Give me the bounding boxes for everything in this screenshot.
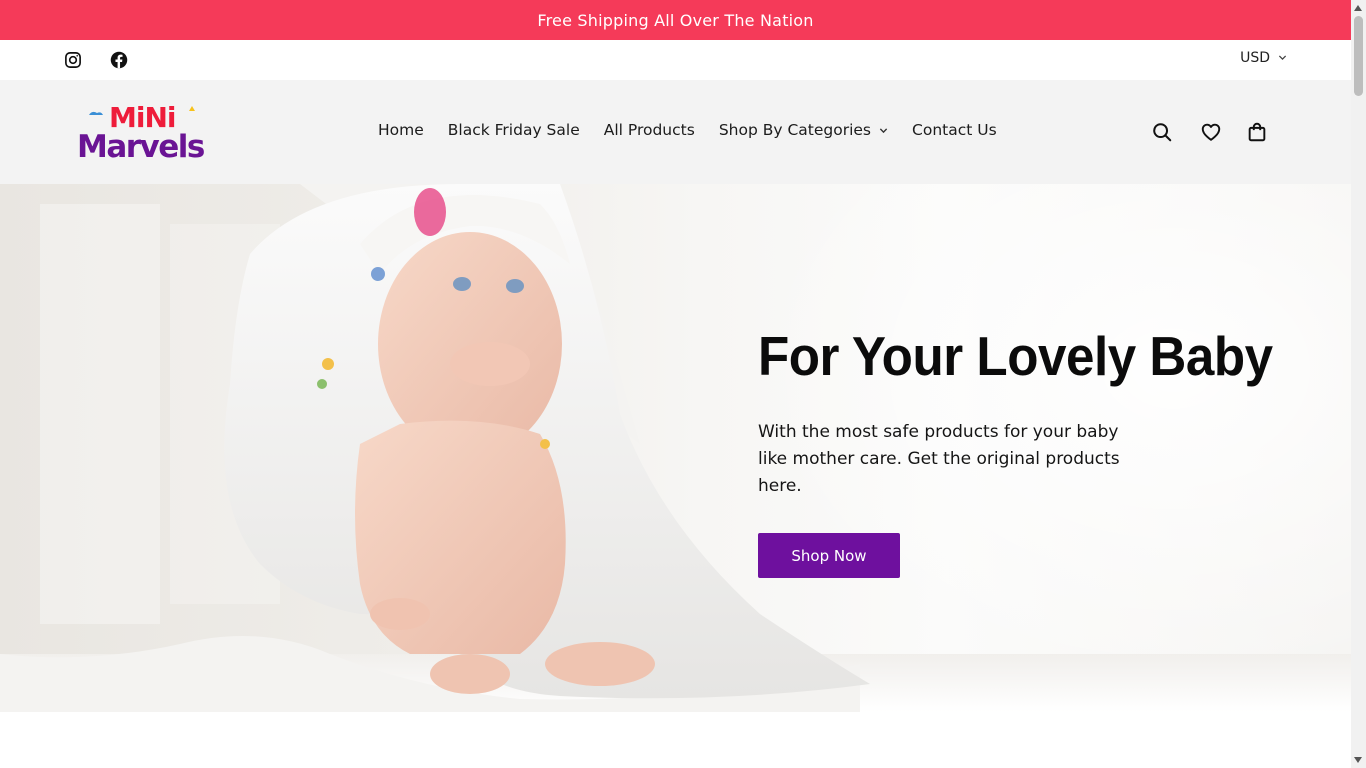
chevron-down-icon: [879, 126, 888, 135]
page-scrollbar[interactable]: [1351, 0, 1366, 768]
utility-bar: USD: [0, 40, 1351, 80]
nav-all-products-label: All Products: [603, 121, 695, 139]
site-header: MiNi Marvels Home Black Friday Sale All …: [0, 80, 1351, 184]
nav-shop-by-categories[interactable]: Shop By Categories: [719, 121, 888, 139]
announcement-text: Free Shipping All Over The Nation: [537, 10, 814, 30]
chevron-down-icon: [1278, 50, 1287, 66]
announcement-bar: Free Shipping All Over The Nation: [0, 0, 1351, 40]
heart-icon[interactable]: [1200, 121, 1222, 143]
nav-all-products[interactable]: All Products: [604, 121, 695, 139]
search-icon[interactable]: [1151, 121, 1173, 143]
site-logo[interactable]: MiNi Marvels: [76, 98, 226, 165]
nav-black-friday-sale-label: Black Friday Sale: [447, 121, 580, 139]
hero-title: For Your Lovely Baby: [758, 325, 1273, 387]
svg-text:Marvels: Marvels: [77, 129, 204, 164]
page: Free Shipping All Over The Nation USD Mi…: [0, 0, 1351, 768]
cart-icon[interactable]: [1246, 121, 1268, 143]
hero-subtitle: With the most safe products for your bab…: [758, 422, 1120, 496]
instagram-icon[interactable]: [64, 51, 82, 69]
main-nav: Home Black Friday Sale All Products Shop…: [378, 121, 997, 139]
nav-home[interactable]: Home: [378, 121, 424, 139]
facebook-icon[interactable]: [110, 51, 128, 69]
nav-contact-us[interactable]: Contact Us: [912, 121, 997, 139]
nav-contact-us-label: Contact Us: [912, 121, 997, 139]
nav-black-friday-sale[interactable]: Black Friday Sale: [448, 121, 580, 139]
currency-value: USD: [1240, 50, 1270, 66]
social-links: [64, 51, 128, 69]
hero-content: For Your Lovely Baby With the most safe …: [758, 324, 1318, 578]
scroll-up-arrow-icon[interactable]: [1354, 5, 1362, 11]
scroll-down-arrow-icon[interactable]: [1354, 757, 1362, 763]
hero-banner: For Your Lovely Baby With the most safe …: [0, 184, 1351, 712]
nav-home-label: Home: [378, 121, 424, 139]
nav-shop-by-categories-label: Shop By Categories: [718, 121, 872, 139]
currency-selector[interactable]: USD: [1240, 50, 1287, 66]
scrollbar-thumb[interactable]: [1354, 16, 1363, 96]
shop-now-button[interactable]: Shop Now: [758, 533, 900, 578]
